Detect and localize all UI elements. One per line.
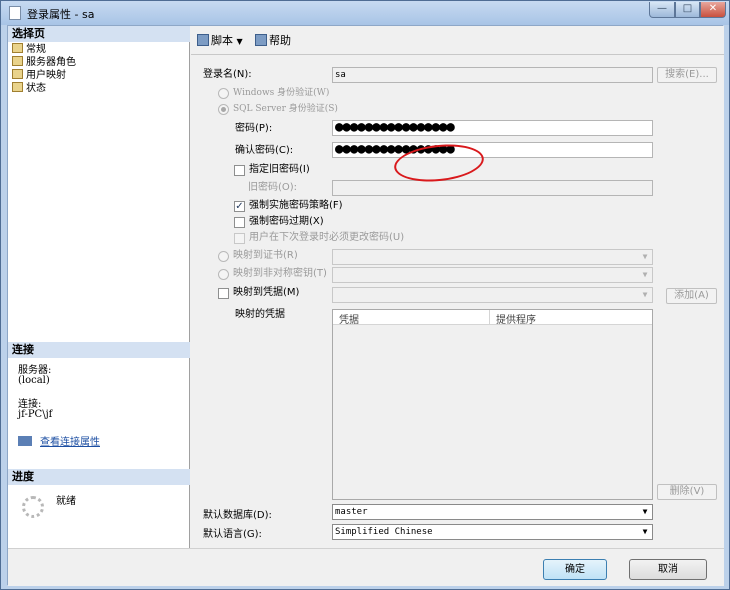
grid-header: 凭据 提供程序	[333, 310, 652, 326]
page-item-status[interactable]: 状态	[12, 82, 46, 95]
default-database-label: 默认数据库(D):	[203, 510, 272, 521]
confirm-password-field[interactable]: ●●●●●●●●●●●●●●●●	[332, 142, 653, 158]
password-field[interactable]: ●●●●●●●●●●●●●●●●	[332, 120, 653, 136]
default-language-combo[interactable]: Simplified Chinese ▼	[332, 524, 653, 540]
column-divider[interactable]	[489, 310, 490, 325]
minimize-button[interactable]: —	[649, 2, 675, 18]
default-language-label: 默认语言(G):	[203, 529, 262, 540]
page-item-general[interactable]: 常规	[12, 43, 46, 56]
page-item-server-roles[interactable]: 服务器角色	[12, 56, 76, 69]
certificate-combo[interactable]: ▼	[332, 249, 653, 265]
connection-header: 连接	[8, 342, 190, 358]
old-password-label: 旧密码(O):	[248, 182, 298, 193]
help-button[interactable]: 帮助	[255, 32, 291, 48]
chevron-down-icon: ▼	[236, 37, 243, 46]
mapped-credentials-label: 映射的凭据	[235, 309, 285, 320]
script-button[interactable]: 脚本 ▼	[197, 32, 243, 48]
add-button[interactable]: 添加(A)	[666, 288, 717, 304]
chevron-down-icon: ▼	[642, 252, 648, 261]
sql-auth-radio[interactable]	[218, 104, 229, 115]
title-bar[interactable]: 登录属性 - sa — □ ✕	[1, 1, 729, 25]
chevron-down-icon: ▼	[642, 290, 648, 299]
enforce-expiry-label: 强制密码过期(X)	[249, 216, 324, 227]
page-icon	[12, 43, 23, 53]
enforce-policy-label: 强制实施密码策略(F)	[249, 200, 343, 211]
page-icon	[12, 82, 23, 92]
login-name-field[interactable]: sa	[332, 67, 653, 83]
chevron-down-icon: ▼	[642, 507, 648, 516]
asymmetric-key-combo[interactable]: ▼	[332, 267, 653, 283]
map-credential-checkbox[interactable]	[218, 288, 229, 299]
view-connection-properties-link[interactable]: 查看连接属性	[18, 433, 100, 448]
toolbar: 脚本 ▼ 帮助	[191, 26, 724, 52]
login-properties-window: 登录属性 - sa — □ ✕ 选择页 常规 服务器角色 用户映射 状态 连接 …	[0, 0, 730, 590]
ok-button[interactable]: 确定	[543, 559, 607, 580]
map-certificate-radio[interactable]	[218, 251, 229, 262]
enforce-expiry-checkbox[interactable]	[234, 217, 245, 228]
dialog-client: 选择页 常规 服务器角色 用户映射 状态 连接 服务器: (local) 连接:…	[7, 25, 724, 586]
toolbar-separator	[191, 54, 724, 55]
progress-status: 就绪	[56, 496, 76, 507]
properties-icon	[18, 436, 32, 446]
credential-combo[interactable]: ▼	[332, 287, 653, 303]
chevron-down-icon: ▼	[642, 527, 648, 536]
column-header-credential[interactable]: 凭据	[339, 311, 359, 326]
enforce-policy-checkbox[interactable]: ✓	[234, 201, 245, 212]
specify-old-password-checkbox[interactable]	[234, 165, 245, 176]
windows-auth-label: Windows 身份验证(W)	[233, 88, 330, 98]
login-name-label: 登录名(N):	[203, 69, 252, 80]
page-icon	[12, 69, 23, 79]
map-asymmetric-key-radio[interactable]	[218, 269, 229, 280]
script-icon	[197, 34, 209, 46]
cancel-button[interactable]: 取消	[629, 559, 707, 580]
progress-header: 进度	[8, 469, 190, 485]
mapped-credentials-grid[interactable]: 凭据 提供程序	[332, 309, 653, 500]
must-change-label: 用户在下次登录时必须更改密码(U)	[249, 232, 405, 243]
page-item-user-mapping[interactable]: 用户映射	[12, 69, 66, 82]
old-password-field[interactable]	[332, 180, 653, 196]
button-bar: 确定 取消	[8, 548, 724, 586]
connection-value: jf-PC\jf	[18, 409, 53, 420]
chevron-down-icon: ▼	[642, 270, 648, 279]
windows-auth-radio[interactable]	[218, 88, 229, 99]
progress-spinner-icon	[22, 496, 44, 518]
must-change-checkbox[interactable]	[234, 233, 245, 244]
sql-auth-label: SQL Server 身份验证(S)	[233, 104, 338, 114]
help-icon	[255, 34, 267, 46]
right-pane: 脚本 ▼ 帮助 登录名(N): sa 搜索(E)... Windows 身份验证…	[191, 26, 724, 548]
default-database-combo[interactable]: master ▼	[332, 504, 653, 520]
document-icon	[9, 6, 21, 20]
select-page-header: 选择页	[8, 26, 190, 42]
password-label: 密码(P):	[235, 123, 273, 134]
window-title: 登录属性 - sa	[27, 8, 95, 21]
map-certificate-label: 映射到证书(R)	[233, 250, 298, 261]
confirm-password-label: 确认密码(C):	[235, 145, 294, 156]
map-asymmetric-key-label: 映射到非对称密钥(T)	[233, 268, 327, 279]
page-icon	[12, 56, 23, 66]
specify-old-password-label: 指定旧密码(I)	[249, 164, 310, 175]
maximize-button[interactable]: □	[675, 2, 700, 18]
column-header-provider[interactable]: 提供程序	[496, 311, 536, 326]
close-button[interactable]: ✕	[700, 2, 726, 18]
server-value: (local)	[18, 375, 50, 386]
left-pane: 选择页 常规 服务器角色 用户映射 状态 连接 服务器: (local) 连接:…	[8, 26, 190, 548]
map-credential-label: 映射到凭据(M)	[233, 287, 300, 298]
remove-button[interactable]: 删除(V)	[657, 484, 717, 500]
search-button[interactable]: 搜索(E)...	[657, 67, 717, 83]
